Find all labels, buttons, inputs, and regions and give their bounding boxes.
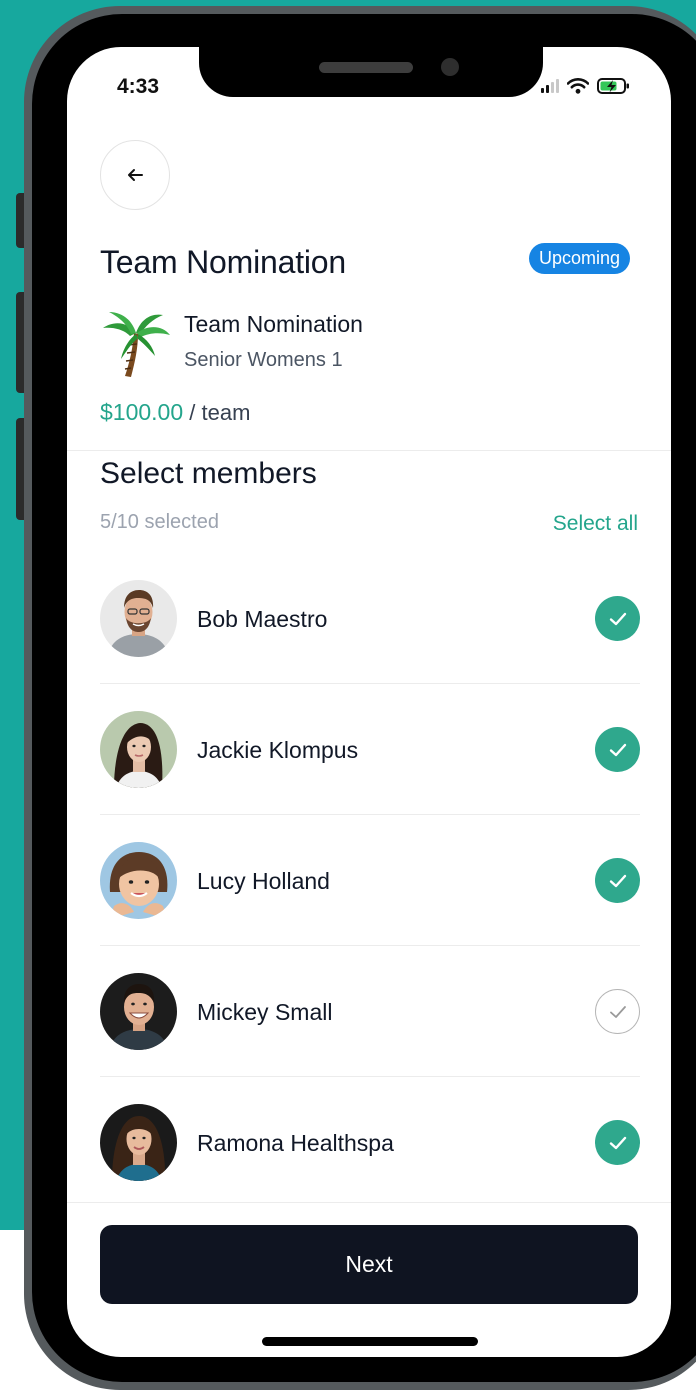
member-name: Ramona Healthspa	[197, 1130, 394, 1156]
battery-charging-icon	[597, 78, 629, 94]
price-row: $100.00 / team	[100, 399, 250, 426]
app-screen: 4:33 Team Nomination Upcoming Team Nomin…	[67, 47, 671, 1357]
avatar	[100, 973, 177, 1050]
selected-count: 5/10 selected	[100, 511, 219, 533]
notch	[199, 47, 543, 97]
member-row[interactable]: Bob Maestro	[100, 553, 640, 684]
avatar	[100, 580, 177, 657]
checkmark-icon	[609, 1136, 626, 1149]
status-time: 4:33	[117, 75, 160, 98]
checkbox-unchecked[interactable]	[595, 989, 640, 1034]
event-subtitle: Senior Womens 1	[184, 349, 343, 371]
event-price: $100.00	[100, 399, 184, 425]
next-button[interactable]: Next	[100, 1225, 638, 1304]
member-name: Jackie Klompus	[197, 737, 359, 763]
avatar	[100, 842, 177, 919]
speaker	[319, 62, 413, 73]
member-row[interactable]: Jackie Klompus	[100, 684, 640, 815]
checkbox-checked[interactable]	[595, 727, 640, 772]
member-name: Lucy Holland	[197, 868, 330, 894]
footer-divider	[67, 1202, 671, 1203]
section-title: Select members	[100, 457, 317, 490]
arrow-left-icon	[128, 169, 143, 181]
checkbox-checked[interactable]	[595, 1120, 640, 1165]
page-title: Team Nomination	[100, 244, 347, 280]
checkmark-icon	[609, 874, 626, 887]
member-name: Mickey Small	[197, 999, 333, 1025]
member-row[interactable]: Lucy Holland	[100, 815, 640, 946]
checkbox-checked[interactable]	[595, 858, 640, 903]
avatar	[100, 1104, 177, 1181]
event-name: Team Nomination	[184, 311, 363, 337]
checkmark-icon	[609, 743, 626, 756]
member-row[interactable]: Ramona Healthspa	[100, 1077, 640, 1208]
checkmark-icon	[609, 1005, 626, 1018]
wifi-icon	[567, 78, 589, 94]
member-name: Bob Maestro	[197, 606, 328, 632]
checkbox-checked[interactable]	[595, 596, 640, 641]
select-all-button[interactable]: Select all	[553, 512, 638, 536]
member-row[interactable]: Mickey Small	[100, 946, 640, 1077]
cellular-signal-icon	[541, 79, 559, 93]
avatar	[100, 711, 177, 788]
status-icons	[541, 75, 631, 97]
status-badge: Upcoming	[529, 243, 631, 274]
price-unit: / team	[189, 400, 251, 425]
home-indicator	[262, 1337, 478, 1346]
checkmark-icon	[609, 612, 626, 625]
palm-tree-icon	[103, 312, 170, 377]
camera	[441, 58, 459, 76]
back-button[interactable]	[100, 140, 170, 210]
section-divider	[67, 450, 671, 451]
